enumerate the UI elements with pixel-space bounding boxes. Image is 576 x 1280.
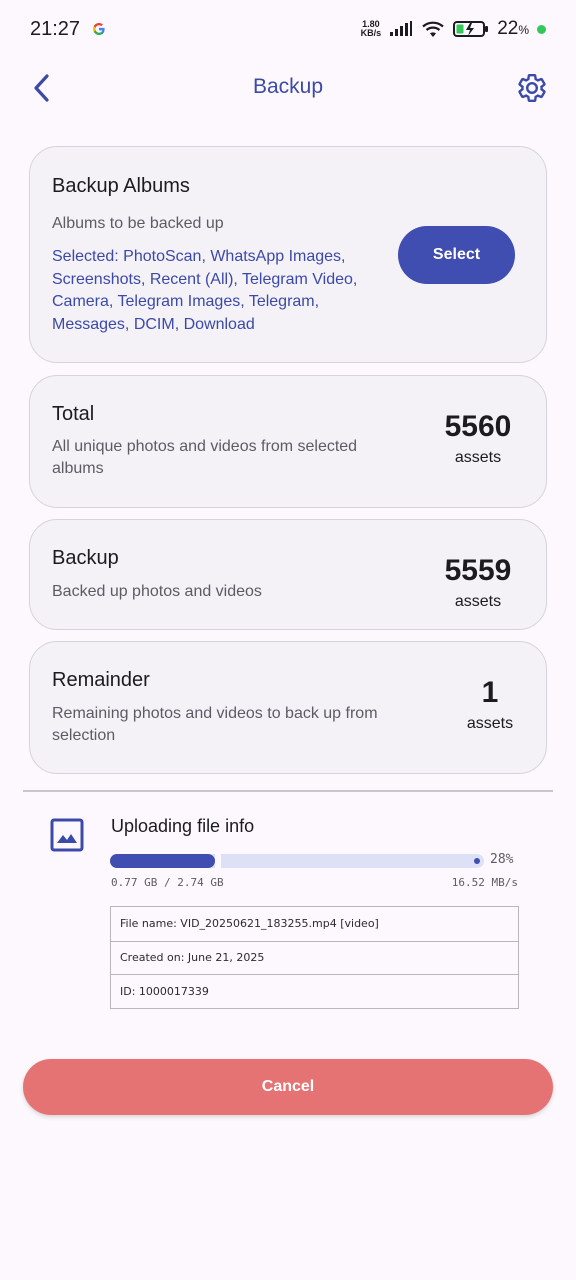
wifi-icon [422, 21, 444, 37]
backup-unit: assets [454, 593, 502, 610]
settings-button[interactable] [514, 70, 550, 106]
upload-progress-percent: 28% [490, 852, 514, 867]
page-title: Backup [252, 75, 324, 98]
created-on-row: Created on: June 21, 2025 [111, 940, 518, 975]
backup-card: Backup Backed up photos and videos 5559 … [29, 519, 547, 630]
backup-albums-title: Backup Albums [52, 175, 190, 197]
file-info-table: File name: VID_20250621_183255.mp4 [vide… [110, 906, 519, 1009]
total-title: Total [52, 403, 95, 425]
image-icon [50, 818, 84, 852]
signal-icon [390, 21, 413, 36]
status-bar: 21:27 1.80 KB/s 22% [0, 0, 576, 58]
upload-progress-gap [215, 854, 221, 868]
file-name-row: File name: VID_20250621_183255.mp4 [vide… [120, 917, 379, 931]
upload-title: Uploading file info [111, 816, 255, 836]
remainder-unit: assets [466, 715, 514, 732]
network-speed: 1.80 KB/s [361, 20, 382, 38]
upload-progress-bar [110, 854, 484, 868]
remainder-card: Remainder Remaining photos and videos to… [29, 641, 547, 774]
upload-progress-fill [110, 854, 215, 868]
total-description: All unique photos and videos from select… [52, 438, 358, 477]
remainder-description: Remaining photos and videos to back up f… [52, 705, 378, 744]
app-bar: Backup [0, 58, 576, 120]
backup-title: Backup [52, 547, 119, 569]
battery-level: 22% [497, 18, 529, 40]
google-icon [93, 23, 105, 35]
charging-dot [537, 24, 546, 34]
backup-albums-subtitle: Albums to be backed up [52, 215, 224, 232]
total-card: Total All unique photos and videos from … [29, 375, 547, 508]
battery-value: 22 [497, 18, 519, 39]
total-count: 5560 [444, 410, 512, 443]
status-time: 21:27 [30, 17, 81, 40]
remainder-title: Remainder [52, 669, 150, 691]
cancel-button[interactable]: Cancel [23, 1059, 553, 1115]
total-unit: assets [454, 449, 502, 466]
divider [23, 790, 553, 792]
network-speed-unit: KB/s [360, 28, 382, 38]
upload-progress-endpoint [474, 858, 480, 864]
status-indicators: 1.80 KB/s 22% [361, 18, 546, 40]
select-albums-button[interactable]: Select [398, 226, 515, 284]
upload-speed: 16.52 MB/s [451, 876, 518, 889]
remainder-count: 1 [481, 676, 499, 709]
transferred-size: 0.77 GB / 2.74 GB [111, 876, 224, 889]
gear-icon [518, 74, 546, 102]
battery-unit: % [518, 23, 529, 37]
selected-albums-list: Selected: PhotoScan, WhatsApp Images, Sc… [52, 248, 358, 333]
backup-count: 5559 [444, 554, 512, 587]
file-id-row: ID: 1000017339 [111, 974, 518, 1008]
backup-albums-card: Backup Albums Albums to be backed up Sel… [29, 146, 547, 363]
backup-description: Backed up photos and videos [52, 583, 262, 600]
battery-icon [453, 21, 489, 37]
